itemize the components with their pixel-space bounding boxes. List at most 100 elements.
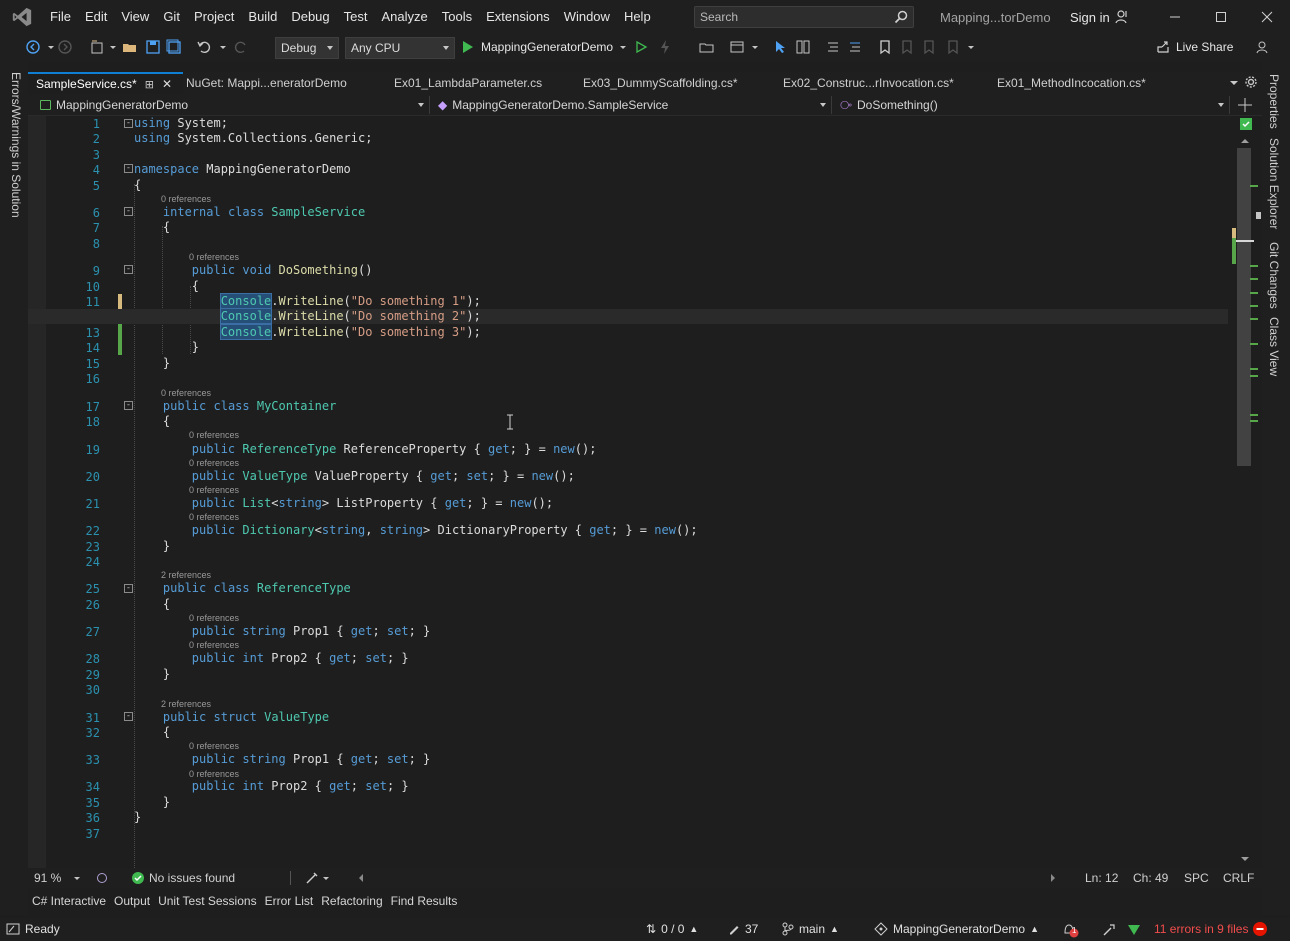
feedback-icon[interactable] xyxy=(1254,38,1272,56)
build-icon[interactable] xyxy=(1102,923,1116,937)
resharper-icon[interactable] xyxy=(1127,924,1141,936)
menu-test[interactable]: Test xyxy=(337,0,375,34)
code-lens-references[interactable]: 0 references xyxy=(189,512,239,522)
code-lens-references[interactable]: 2 references xyxy=(161,570,211,580)
code-lens-references[interactable]: 0 references xyxy=(161,388,211,398)
char-indicator[interactable]: Ch: 49 xyxy=(1133,871,1168,885)
type-dropdown[interactable]: ◆ MappingGeneratorDemo.SampleService xyxy=(432,96,832,114)
scroll-down-icon[interactable] xyxy=(1240,856,1250,862)
tab-csharp-interactive[interactable]: C# Interactive xyxy=(28,891,110,911)
scroll-left-icon[interactable] xyxy=(358,873,364,883)
bookmark-icon[interactable] xyxy=(876,38,894,56)
live-share-button[interactable]: Live Share xyxy=(1156,40,1233,54)
split-editor-icon[interactable] xyxy=(1238,98,1252,112)
new-dropdown-icon[interactable] xyxy=(104,38,122,56)
layout-dropdown-icon[interactable] xyxy=(746,38,764,56)
pin-icon[interactable]: ⊞ xyxy=(145,78,154,91)
scroll-right-icon[interactable] xyxy=(1050,873,1056,883)
start-without-debugging-icon[interactable] xyxy=(632,38,650,56)
solution-platform-select[interactable]: Any CPU xyxy=(345,37,455,59)
toolbar-options-icon[interactable] xyxy=(962,38,980,56)
menu-analyze[interactable]: Analyze xyxy=(374,0,434,34)
navigate-forward-icon[interactable] xyxy=(56,38,74,56)
navigate-back-icon[interactable] xyxy=(24,38,42,56)
tab-sampleservice[interactable]: SampleService.cs* ⊞ ✕ xyxy=(28,72,183,94)
line-ending-indicator[interactable]: CRLF xyxy=(1223,871,1254,885)
save-icon[interactable] xyxy=(144,38,162,56)
redo-icon[interactable] xyxy=(232,38,250,56)
code-lens-references[interactable]: 0 references xyxy=(189,741,239,751)
next-bookmark-icon[interactable] xyxy=(920,38,938,56)
code-editor[interactable]: - - - - - - - 1 2 3 4 5 6 7 8 9 10 11 12… xyxy=(28,116,1234,868)
maximize-button[interactable] xyxy=(1198,0,1244,34)
tab-ex01-method[interactable]: Ex01_MethodIncocation.cs* xyxy=(989,72,1189,94)
code-lens-references[interactable]: 0 references xyxy=(189,458,239,468)
tab-output[interactable]: Output xyxy=(110,891,154,911)
copilot-icon[interactable] xyxy=(96,872,108,884)
menu-project[interactable]: Project xyxy=(187,0,241,34)
clear-bookmarks-icon[interactable] xyxy=(944,38,962,56)
editor-vertical-scrollbar[interactable] xyxy=(1234,116,1254,868)
issues-indicator[interactable]: No issues found xyxy=(132,871,235,885)
code-lens-references[interactable]: 0 references xyxy=(189,252,239,262)
error-summary[interactable]: 11 errors in 9 files xyxy=(1154,922,1268,936)
undo-dropdown-icon[interactable] xyxy=(214,38,232,56)
code-lens-references[interactable]: 2 references xyxy=(161,699,211,709)
close-icon[interactable]: ✕ xyxy=(162,77,172,91)
menu-git[interactable]: Git xyxy=(156,0,187,34)
code-lens-references[interactable]: 0 references xyxy=(189,769,239,779)
scrollbar-thumb[interactable] xyxy=(1237,148,1251,466)
branch-selector[interactable]: main ▲ xyxy=(782,922,839,936)
select-element-icon[interactable] xyxy=(772,38,790,56)
uncomment-lines-icon[interactable] xyxy=(846,38,864,56)
whitespace-indicator[interactable]: SPC xyxy=(1184,871,1209,885)
code-cleanup-icon[interactable] xyxy=(305,871,319,885)
code-lens-references[interactable]: 0 references xyxy=(189,640,239,650)
code-lens-references[interactable]: 0 references xyxy=(189,430,239,440)
properties-tab[interactable]: Properties xyxy=(1267,74,1281,129)
solution-explorer-icon[interactable] xyxy=(728,38,746,56)
sign-in-link[interactable]: Sign in xyxy=(1070,10,1110,25)
repository-selector[interactable]: MappingGeneratorDemo ▲ xyxy=(874,922,1039,936)
class-view-tab[interactable]: Class View xyxy=(1267,317,1281,376)
tab-unit-test-sessions[interactable]: Unit Test Sessions xyxy=(154,891,261,911)
menu-file[interactable]: File xyxy=(43,0,78,34)
previous-bookmark-icon[interactable] xyxy=(898,38,916,56)
menu-view[interactable]: View xyxy=(114,0,156,34)
comment-lines-icon[interactable] xyxy=(824,38,842,56)
tab-nuget[interactable]: NuGet: Mappi...eneratorDemo xyxy=(178,72,386,94)
zoom-select[interactable]: 91 % xyxy=(34,871,81,885)
chevron-down-icon[interactable] xyxy=(322,874,330,882)
code-lens-references[interactable]: 0 references xyxy=(161,194,211,204)
undo-icon[interactable] xyxy=(195,38,213,56)
menu-help[interactable]: Help xyxy=(617,0,658,34)
save-all-icon[interactable] xyxy=(165,38,183,56)
menu-edit[interactable]: Edit xyxy=(78,0,114,34)
errors-warnings-tab[interactable]: Errors/Warnings in Solution xyxy=(9,72,23,218)
menu-tools[interactable]: Tools xyxy=(435,0,479,34)
tab-find-results[interactable]: Find Results xyxy=(387,891,462,911)
menu-window[interactable]: Window xyxy=(557,0,617,34)
search-input[interactable] xyxy=(700,10,880,24)
solution-explorer-tab[interactable]: Solution Explorer xyxy=(1267,138,1281,229)
tab-overflow-icon[interactable] xyxy=(1229,79,1239,87)
menu-debug[interactable]: Debug xyxy=(284,0,336,34)
git-changes-tab[interactable]: Git Changes xyxy=(1267,242,1281,309)
compare-files-icon[interactable] xyxy=(794,38,812,56)
tab-ex03-dummy[interactable]: Ex03_DummyScaffolding.cs* xyxy=(575,72,775,94)
tab-refactoring[interactable]: Refactoring xyxy=(317,891,386,911)
account-icon[interactable] xyxy=(1114,9,1130,25)
open-folder-icon[interactable] xyxy=(121,38,139,56)
sync-status[interactable]: ⇅ 0 / 0 ▲ xyxy=(646,922,698,936)
gear-icon[interactable] xyxy=(1245,76,1257,88)
close-window-button[interactable] xyxy=(1244,0,1290,34)
minimize-button[interactable] xyxy=(1152,0,1198,34)
menu-extensions[interactable]: Extensions xyxy=(479,0,557,34)
browse-folder-icon[interactable] xyxy=(698,38,716,56)
tab-error-list[interactable]: Error List xyxy=(261,891,318,911)
hot-reload-icon[interactable] xyxy=(656,38,674,56)
tab-ex01-lambda[interactable]: Ex01_LambdaParameter.cs xyxy=(386,72,576,94)
tab-ex02-constructor[interactable]: Ex02_Construc...rInvocation.cs* xyxy=(775,72,989,94)
pending-edits[interactable]: 37 xyxy=(728,922,758,936)
menu-build[interactable]: Build xyxy=(241,0,284,34)
